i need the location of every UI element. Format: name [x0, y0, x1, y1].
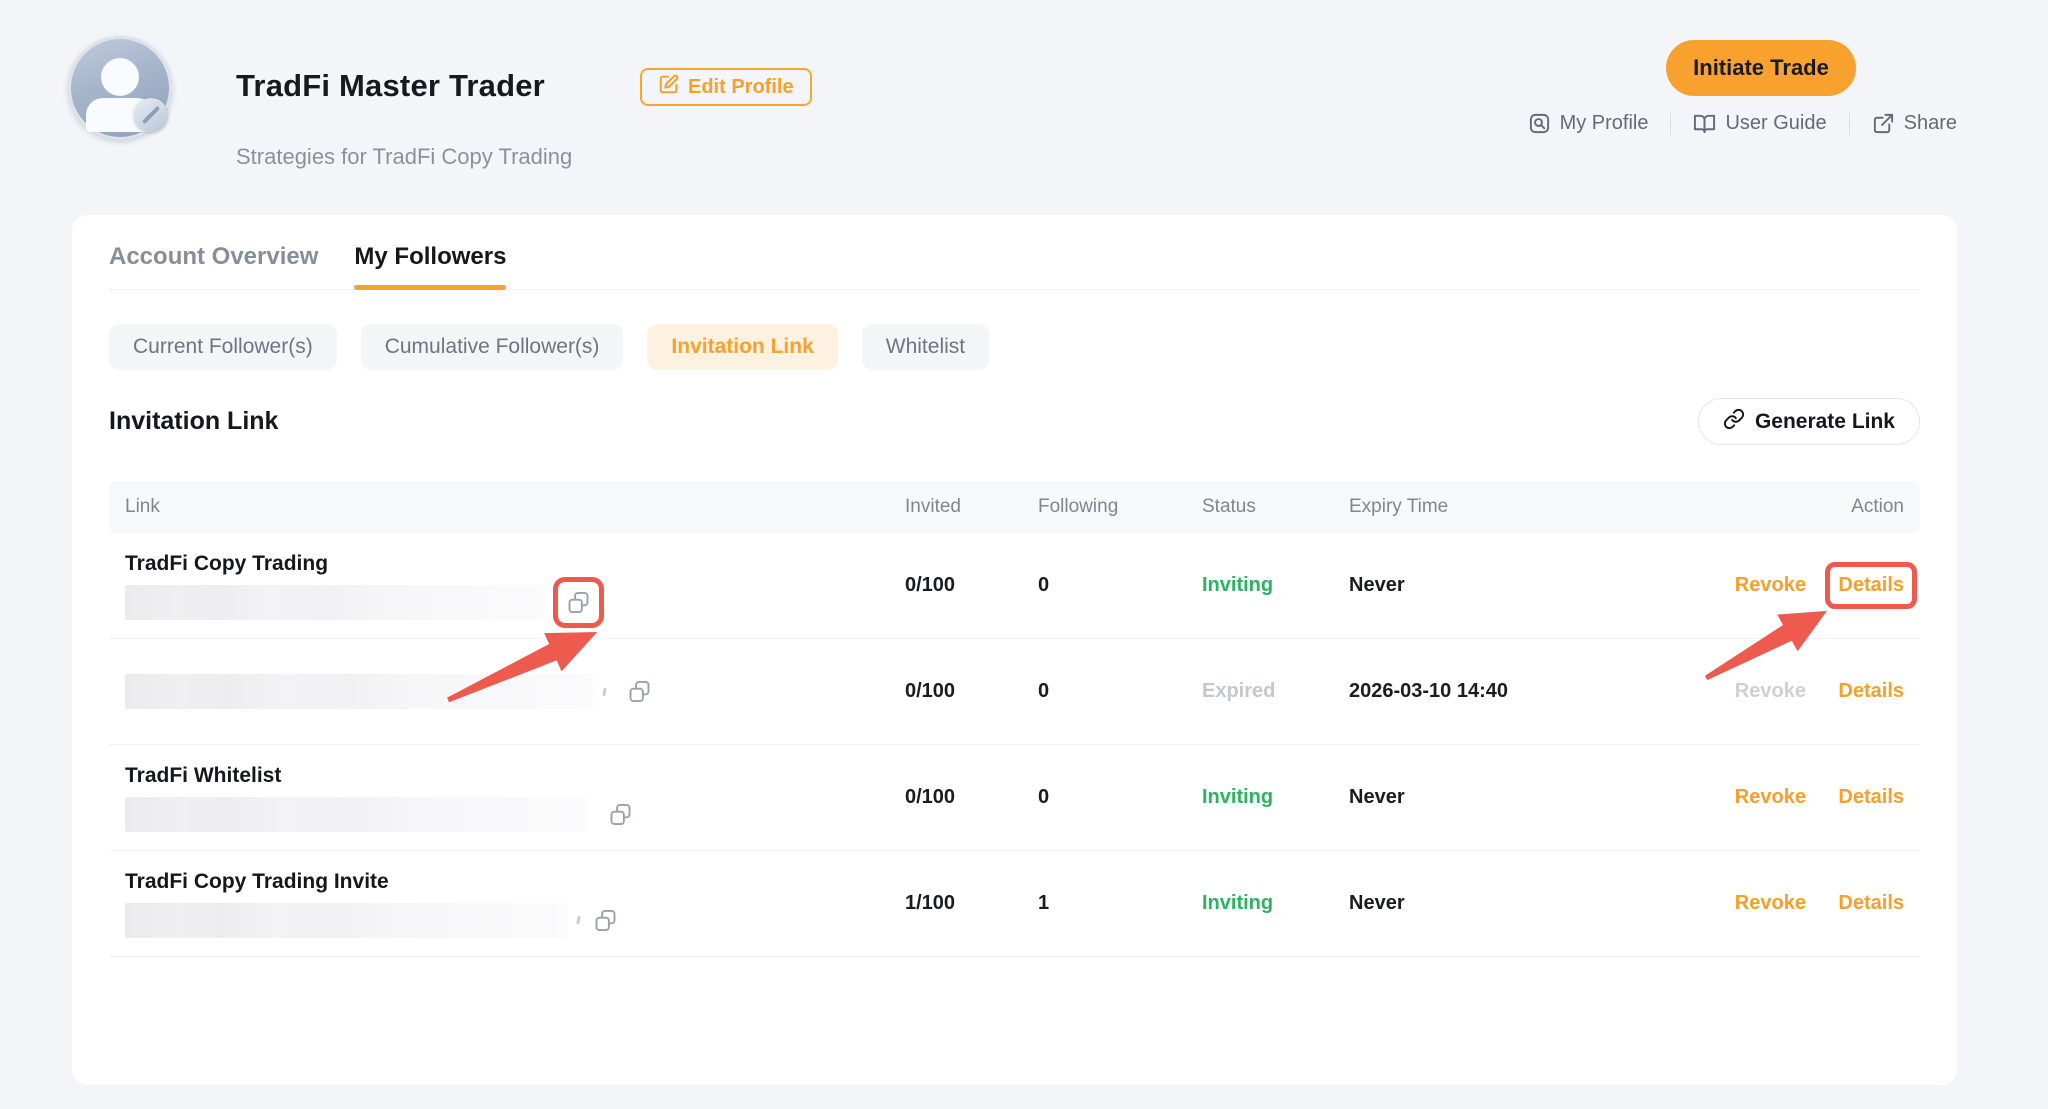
link-title: TradFi Whitelist [125, 764, 905, 788]
following-value: 0 [1038, 680, 1202, 703]
link-title: TradFi Copy Trading Invite [125, 870, 905, 894]
chain-link-icon [1723, 408, 1745, 436]
generate-link-button[interactable]: Generate Link [1698, 398, 1920, 445]
divider [1849, 113, 1850, 135]
table-row: TradFi Copy Trading Invite 1/100 1 Invit… [109, 851, 1920, 957]
user-guide-label: User Guide [1725, 112, 1826, 135]
main-card: Account Overview My Followers Current Fo… [72, 215, 1957, 1085]
col-header-invited: Invited [905, 496, 1038, 518]
edit-profile-button[interactable]: Edit Profile [640, 68, 812, 106]
avatar-head-shape [101, 58, 139, 96]
revoke-button[interactable]: Revoke [1735, 892, 1806, 914]
details-label: Details [1838, 574, 1904, 596]
copy-link-button[interactable] [607, 801, 634, 828]
filter-invitation-link[interactable]: Invitation Link [647, 324, 837, 370]
following-value: 0 [1038, 574, 1202, 597]
expiry-value: 2026-03-10 14:40 [1349, 680, 1679, 703]
expiry-value: Never [1349, 574, 1679, 597]
expiry-value: Never [1349, 892, 1679, 915]
col-header-following: Following [1038, 496, 1202, 518]
details-button[interactable]: Details [1838, 786, 1904, 809]
details-label: Details [1838, 892, 1904, 914]
section-title: Invitation Link [109, 407, 278, 436]
following-value: 0 [1038, 786, 1202, 809]
details-button[interactable]: Details [1838, 574, 1904, 597]
table-header-row: Link Invited Following Status Expiry Tim… [109, 481, 1920, 533]
link-title: TradFi Copy Trading [125, 552, 905, 576]
details-label: Details [1838, 680, 1904, 702]
book-icon [1693, 112, 1716, 135]
avatar-badge-icon [134, 98, 168, 132]
status-badge: Inviting [1202, 892, 1273, 914]
redacted-link [125, 674, 593, 709]
table-row: 0/100 0 Expired 2026-03-10 14:40 Revoke … [109, 639, 1920, 745]
section-header-row: Invitation Link Generate Link [109, 398, 1920, 445]
profile-search-icon [1528, 112, 1551, 135]
col-header-expiry-time: Expiry Time [1349, 496, 1679, 518]
invited-value: 1/100 [905, 892, 1038, 915]
invited-value: 0/100 [905, 680, 1038, 703]
edit-profile-label: Edit Profile [688, 76, 794, 99]
invited-value: 0/100 [905, 574, 1038, 597]
blur-artifact [602, 687, 607, 695]
redacted-link [125, 585, 545, 620]
invitation-link-table: Link Invited Following Status Expiry Tim… [109, 481, 1920, 957]
page-title: TradFi Master Trader [236, 68, 545, 104]
filter-cumulative-followers[interactable]: Cumulative Follower(s) [361, 324, 624, 370]
revoke-button[interactable]: Revoke [1735, 786, 1806, 808]
avatar [68, 36, 172, 140]
my-profile-link[interactable]: My Profile [1528, 112, 1649, 135]
status-badge: Inviting [1202, 786, 1273, 808]
filter-whitelist[interactable]: Whitelist [862, 324, 989, 370]
generate-link-label: Generate Link [1755, 410, 1895, 434]
status-badge: Inviting [1202, 574, 1273, 596]
invited-value: 0/100 [905, 786, 1038, 809]
redacted-link [125, 797, 587, 832]
user-guide-link[interactable]: User Guide [1693, 112, 1826, 135]
table-row: TradFi Copy Trading 0/100 0 Inviting Nev… [109, 533, 1920, 639]
status-badge: Expired [1202, 680, 1275, 702]
edit-icon [658, 73, 680, 101]
revoke-button-disabled: Revoke [1735, 680, 1806, 702]
tab-bar: Account Overview My Followers [109, 243, 1920, 290]
col-header-link: Link [109, 496, 905, 518]
tab-my-followers[interactable]: My Followers [354, 243, 506, 273]
utility-links: My Profile User Guide Share [1528, 112, 1957, 135]
page-subtitle: Strategies for TradFi Copy Trading [236, 144, 572, 170]
follower-filter-row: Current Follower(s) Cumulative Follower(… [109, 324, 1920, 370]
copy-link-button[interactable] [592, 907, 619, 934]
details-button[interactable]: Details [1838, 680, 1904, 703]
revoke-button[interactable]: Revoke [1735, 574, 1806, 596]
details-button[interactable]: Details [1838, 892, 1904, 915]
copy-link-button[interactable] [565, 589, 592, 616]
share-label: Share [1904, 112, 1957, 135]
details-label: Details [1838, 786, 1904, 808]
share-link[interactable]: Share [1872, 112, 1957, 135]
table-row: TradFi Whitelist 0/100 0 Inviting Never … [109, 745, 1920, 851]
copy-link-button[interactable] [626, 678, 653, 705]
external-link-icon [1872, 112, 1895, 135]
tab-account-overview[interactable]: Account Overview [109, 243, 318, 273]
initiate-trade-button[interactable]: Initiate Trade [1666, 40, 1856, 96]
my-profile-label: My Profile [1560, 112, 1649, 135]
col-header-action: Action [1679, 496, 1920, 518]
divider [1670, 113, 1671, 135]
following-value: 1 [1038, 892, 1202, 915]
blur-artifact [576, 916, 581, 924]
expiry-value: Never [1349, 786, 1679, 809]
redacted-link [125, 903, 567, 938]
col-header-status: Status [1202, 496, 1349, 518]
filter-current-followers[interactable]: Current Follower(s) [109, 324, 337, 370]
